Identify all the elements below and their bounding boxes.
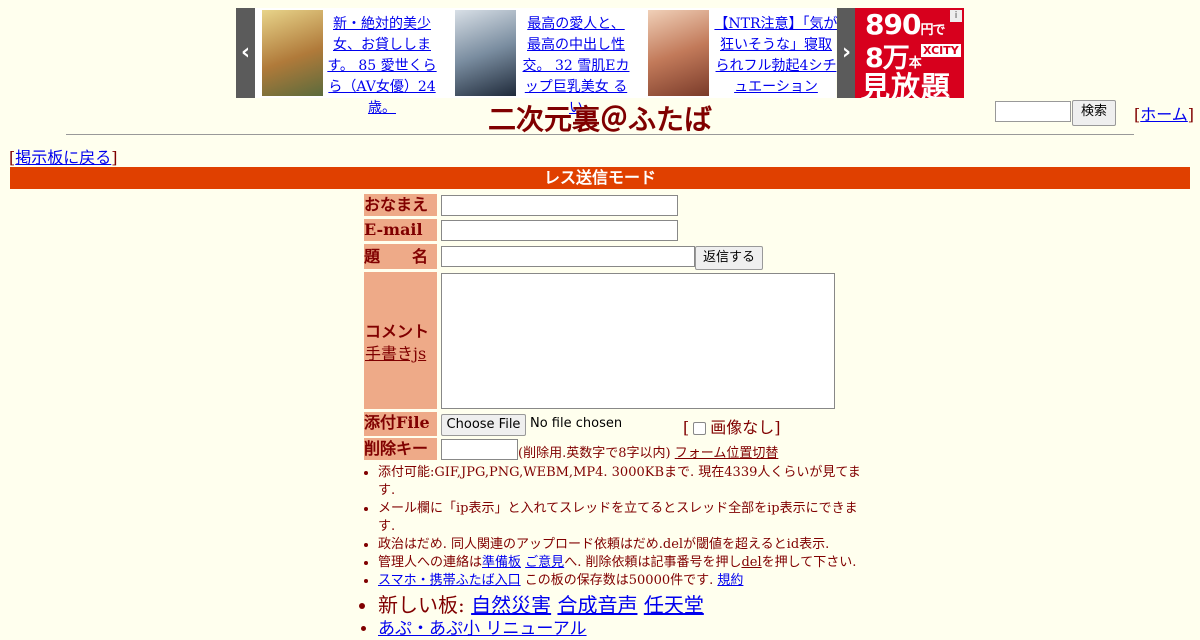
email-input[interactable] (441, 220, 678, 241)
ad-thumbnail[interactable] (455, 10, 516, 96)
list-item: スマホ・携帯ふたば入口 この板の保存数は50000件です. 規約 (378, 572, 864, 590)
notes-text: を押して下さい. (761, 555, 857, 570)
new-boards-label: 新しい板: (378, 593, 465, 617)
banner-brand: XCITY (921, 44, 961, 57)
mobile-entrance-link[interactable]: スマホ・携帯ふたば入口 (378, 573, 521, 588)
list-item: 管理人への連絡は準備板 ご意見へ. 削除依頼は記事番号を押しdelを押して下さい… (378, 554, 864, 572)
notes-text: へ. 削除依頼は記事番号を押し (564, 555, 742, 570)
home-link[interactable]: ホーム (1140, 105, 1188, 124)
comment-textarea[interactable] (441, 273, 835, 409)
list-item: 新しい板: 自然災害 合成音声 任天堂 (378, 592, 864, 618)
handwrite-link[interactable]: 手書きjs (365, 344, 426, 363)
renewal-link[interactable]: あぷ・あぷ小 リニューアル (378, 619, 587, 639)
new-board-link[interactable]: 任天堂 (644, 593, 704, 617)
banner-price-unit: 円で (920, 23, 945, 38)
notes-text: この板の保存数は50000件です. (524, 573, 714, 588)
notes-text: 管理人への連絡は (378, 555, 483, 570)
prep-board-link[interactable]: 準備板 (482, 555, 521, 570)
banner-tagline: 見放題 (861, 70, 952, 98)
home-link-wrapper: [ホーム] (1134, 105, 1195, 124)
ad-prev-arrow-icon[interactable]: ‹ (236, 8, 255, 98)
reply-mode-bar: レス送信モード (10, 167, 1190, 189)
back-to-board-link[interactable]: 掲示板に戻る (15, 148, 111, 167)
subject-label: 題 名 (364, 244, 437, 269)
no-image-label: 画像なし (710, 418, 775, 437)
toggle-form-position-link[interactable]: フォーム位置切替 (675, 446, 779, 461)
choose-file-button[interactable]: Choose File (441, 414, 526, 436)
board-notes: 添付可能:GIF,JPG,PNG,WEBM,MP4. 3000KBまで. 現在4… (364, 464, 864, 640)
new-board-link[interactable]: 合成音声 (557, 593, 637, 617)
ad-thumbnail[interactable] (262, 10, 323, 96)
ad-badge-icon: i (950, 10, 962, 22)
email-label: E-mail (364, 219, 437, 241)
ad-next-arrow-icon[interactable]: › (837, 8, 856, 98)
name-input[interactable] (441, 195, 678, 216)
terms-link[interactable]: 規約 (717, 573, 743, 588)
feedback-link[interactable]: ご意見 (525, 555, 564, 570)
submit-reply-button[interactable]: 返信する (695, 246, 763, 270)
subject-input[interactable] (441, 246, 695, 267)
del-link[interactable]: del (741, 555, 761, 570)
delkey-label: 削除キー (364, 438, 437, 460)
delkey-input[interactable] (441, 439, 518, 460)
list-item: メール欄に「ip表示」と入れてスレッドを立てるとスレッド全部をip表示にできます… (378, 500, 864, 536)
header-divider (66, 134, 1134, 135)
back-link-wrapper: [掲示板に戻る] (9, 148, 118, 167)
comment-label-cell: コメント 手書きjs (364, 272, 437, 409)
ad-link[interactable]: 【NTR注意】「気が狂いそうな」寝取られフル勃起4シチュエーション (714, 16, 837, 95)
no-image-checkbox[interactable] (693, 422, 707, 435)
name-label: おなまえ (364, 194, 437, 216)
list-item: 政治はだめ. 同人関連のアップロード依頼はだめ.delが閾値を超えるとid表示. (378, 536, 864, 554)
new-board-link[interactable]: 自然災害 (471, 593, 551, 617)
xcity-banner[interactable]: 890円で 8万本 XCITY 見放題 i (855, 8, 964, 98)
search-button[interactable]: 検索 (1072, 100, 1116, 126)
delkey-hint: (削除用.英数字で8字以内) (518, 446, 671, 461)
ad-thumbnail[interactable] (648, 10, 709, 96)
search-input[interactable] (995, 101, 1071, 122)
no-image-wrapper: [画像なし] (683, 418, 781, 437)
notes-line: 添付可能:GIF,JPG,PNG,WEBM,MP4. 3000KBまで. 現在4… (378, 465, 861, 498)
no-file-chosen-text: No file chosen (530, 416, 623, 431)
comment-label: コメント (365, 322, 430, 341)
delkey-hint-wrapper: (削除用.英数字で8字以内) フォーム位置切替 (518, 442, 778, 461)
list-item: 添付可能:GIF,JPG,PNG,WEBM,MP4. 3000KBまで. 現在4… (378, 464, 864, 500)
notes-line: メール欄に「ip表示」と入れてスレッドを立てるとスレッド全部をip表示にできます… (378, 501, 858, 534)
list-item: あぷ・あぷ小 リニューアル (378, 618, 864, 640)
notes-line: 政治はだめ. 同人関連のアップロード依頼はだめ.delが閾値を超えるとid表示. (378, 537, 830, 552)
file-label: 添付File (364, 412, 437, 436)
